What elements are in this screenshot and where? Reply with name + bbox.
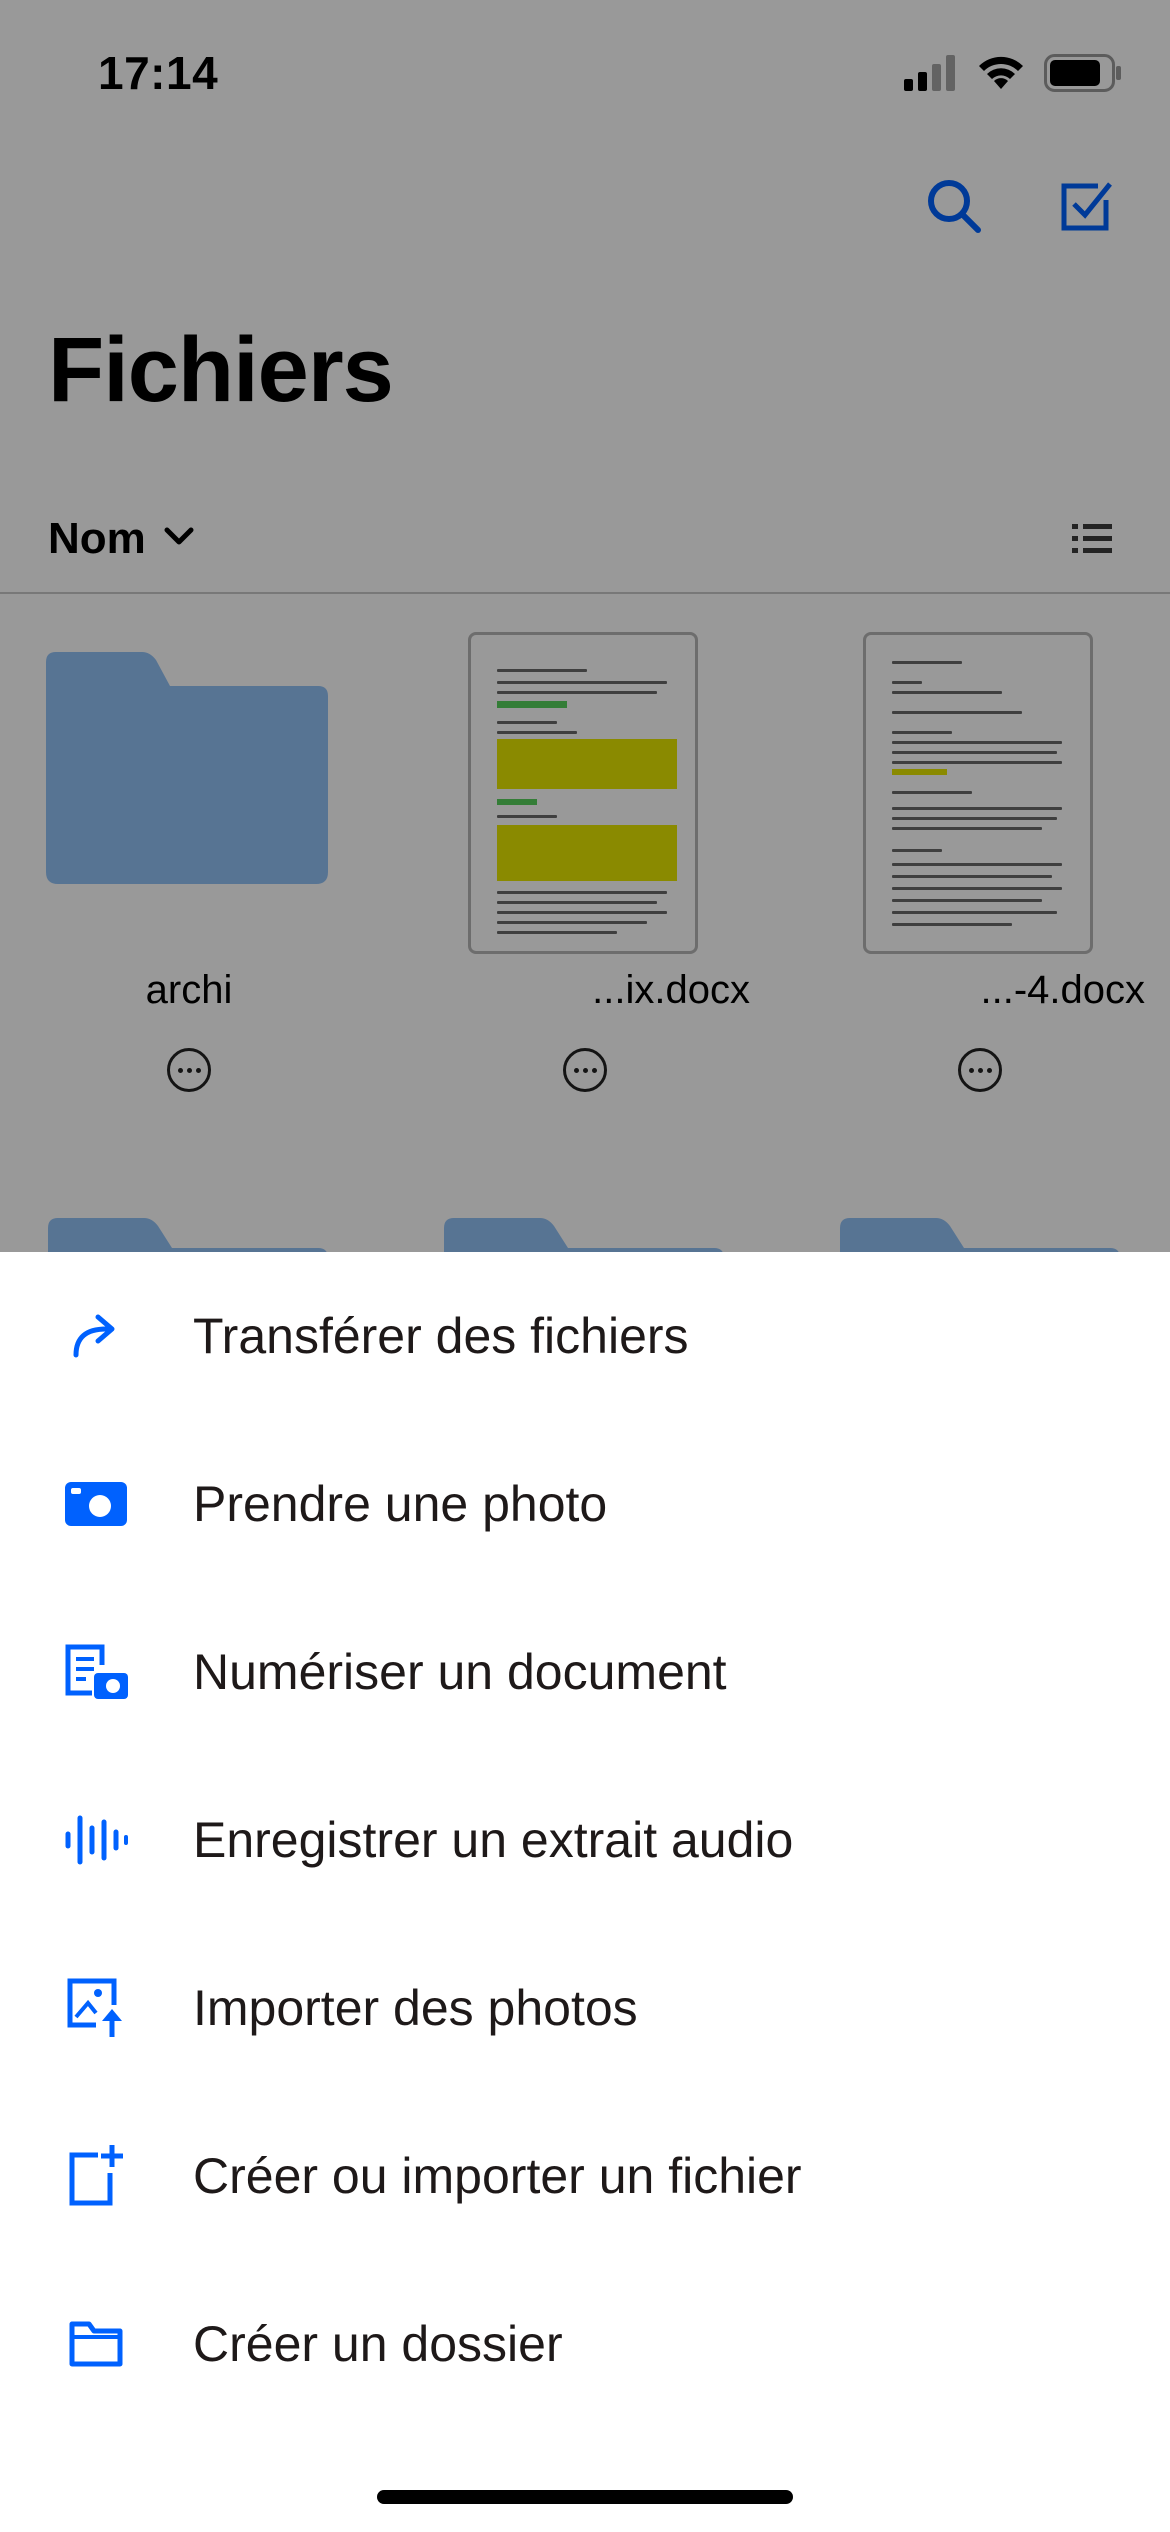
upload-photo-icon [58,1970,134,2046]
sheet-item-label: Créer un dossier [193,2316,563,2372]
audio-waveform-icon [58,1802,134,1878]
sheet-item-label: Prendre une photo [193,1476,608,1532]
create-action-sheet: Transférer des fichiers Prendre une phot… [0,1252,1170,2532]
files-screen: 17:14 Fichiers Nom archi ...ix.docx ...-… [0,0,1170,2532]
sheet-item-create-file[interactable]: Créer ou importer un fichier [0,2092,1170,2260]
new-file-icon [58,2138,134,2214]
sheet-item-import-photos[interactable]: Importer des photos [0,1924,1170,2092]
sheet-item-scan-document[interactable]: Numériser un document [0,1588,1170,1756]
folder-icon [58,2306,134,2382]
share-arrow-icon [58,1298,134,1374]
sheet-item-label: Créer ou importer un fichier [193,2148,802,2204]
sheet-item-record-audio[interactable]: Enregistrer un extrait audio [0,1756,1170,1924]
sheet-item-transfer-files[interactable]: Transférer des fichiers [0,1252,1170,1420]
sheet-item-label: Numériser un document [193,1644,727,1700]
sheet-item-label: Importer des photos [193,1980,638,2036]
home-indicator[interactable] [377,2490,793,2504]
sheet-item-create-folder[interactable]: Créer un dossier [0,2260,1170,2428]
sheet-item-label: Transférer des fichiers [193,1308,689,1364]
sheet-item-label: Enregistrer un extrait audio [193,1812,794,1868]
scan-document-icon [58,1634,134,1710]
camera-icon [58,1466,134,1542]
sheet-item-take-photo[interactable]: Prendre une photo [0,1420,1170,1588]
